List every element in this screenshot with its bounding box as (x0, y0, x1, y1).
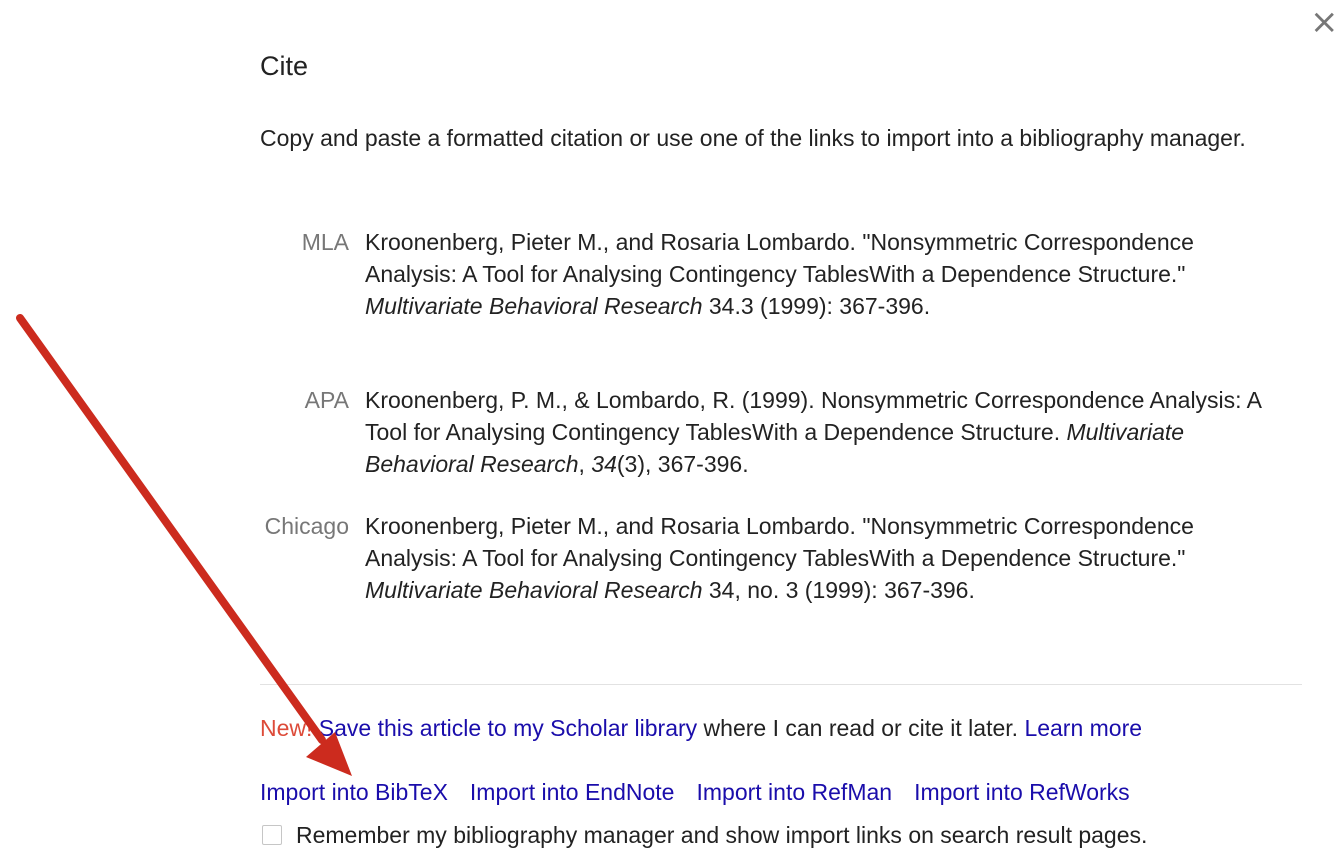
import-bibtex-link[interactable]: Import into BibTeX (260, 775, 448, 809)
citation-body: Kroonenberg, Pieter M., and Rosaria Lomb… (365, 229, 1194, 287)
citation-row-chicago: Chicago Kroonenberg, Pieter M., and Rosa… (240, 510, 1300, 606)
citation-tail: 34, no. 3 (1999): 367-396. (702, 577, 975, 603)
remember-checkbox[interactable] (262, 825, 282, 845)
remember-manager-option: Remember my bibliography manager and sho… (262, 818, 1147, 852)
citation-label: APA (304, 387, 349, 413)
scholar-library-notice: New! Save this article to my Scholar lib… (260, 711, 1142, 745)
import-endnote-link[interactable]: Import into EndNote (470, 775, 675, 809)
save-to-library-link[interactable]: Save this article to my Scholar library (319, 715, 697, 741)
import-refworks-link[interactable]: Import into RefWorks (914, 775, 1130, 809)
dialog-title: Cite (260, 51, 309, 81)
citation-row-mla: MLA Kroonenberg, Pieter M., and Rosaria … (240, 226, 1300, 322)
citation-journal: Multivariate Behavioral Research (365, 293, 703, 319)
close-icon[interactable]: × (1310, 2, 1335, 42)
learn-more-link[interactable]: Learn more (1024, 715, 1142, 741)
cite-dialog: × Cite Copy and paste a formatted citati… (0, 0, 1335, 852)
citation-label: Chicago (264, 513, 349, 539)
citation-separator: , (578, 451, 592, 477)
citation-text[interactable]: Kroonenberg, P. M., & Lombardo, R. (1999… (365, 384, 1300, 480)
citation-journal: Multivariate Behavioral Research (365, 577, 703, 603)
notice-text: where I can read or cite it later. (697, 715, 1025, 741)
citation-tail: 34.3 (1999): 367-396. (702, 293, 931, 319)
import-refman-link[interactable]: Import into RefMan (696, 775, 892, 809)
divider (260, 684, 1302, 685)
citation-body: Kroonenberg, Pieter M., and Rosaria Lomb… (365, 513, 1194, 571)
citation-text[interactable]: Kroonenberg, Pieter M., and Rosaria Lomb… (365, 226, 1300, 322)
new-badge: New! (260, 715, 313, 741)
citation-tail: (3), 367-396. (616, 451, 749, 477)
remember-label[interactable]: Remember my bibliography manager and sho… (296, 818, 1147, 852)
citation-label: MLA (301, 229, 349, 255)
citation-text[interactable]: Kroonenberg, Pieter M., and Rosaria Lomb… (365, 510, 1300, 606)
import-links: Import into BibTeX Import into EndNote I… (260, 775, 1130, 809)
dialog-intro: Copy and paste a formatted citation or u… (260, 125, 1246, 151)
citation-volume: 34 (591, 451, 617, 477)
citation-row-apa: APA Kroonenberg, P. M., & Lombardo, R. (… (240, 384, 1300, 480)
